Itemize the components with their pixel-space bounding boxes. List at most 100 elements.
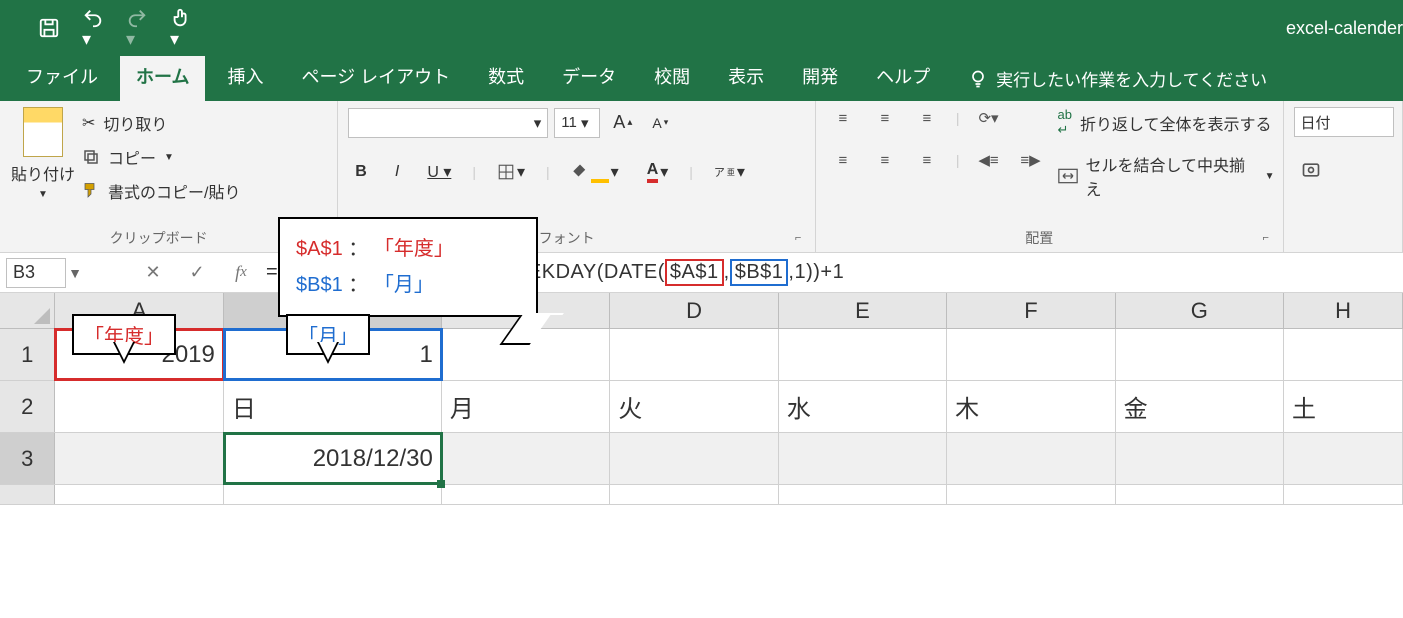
- title-bar: ▾ ▾ ▾ excel-calender: [0, 0, 1403, 56]
- cell-B2[interactable]: 日: [224, 381, 442, 432]
- accounting-format-button[interactable]: [1294, 155, 1328, 185]
- row-header-4[interactable]: [0, 485, 55, 504]
- cell-H2[interactable]: 土: [1284, 381, 1403, 432]
- col-header-H[interactable]: H: [1284, 293, 1403, 328]
- cell-H4[interactable]: [1284, 485, 1403, 504]
- cell-G1[interactable]: [1116, 329, 1284, 380]
- merge-center-button[interactable]: セルを結合して中央揃え ▼: [1058, 152, 1275, 200]
- tab-developer[interactable]: 開発: [786, 53, 854, 101]
- callout-year: 「年度」: [72, 314, 176, 355]
- font-size-combo[interactable]: 11 ▾: [554, 108, 600, 138]
- redo-icon[interactable]: ▾: [126, 7, 148, 50]
- cell-A3[interactable]: [55, 433, 223, 484]
- cell-E3[interactable]: [779, 433, 947, 484]
- tab-review[interactable]: 校閲: [638, 53, 706, 101]
- col-header-D[interactable]: D: [610, 293, 778, 328]
- formula-b1-ref-2: $B$1: [730, 259, 789, 286]
- name-box-dropdown[interactable]: ▼: [66, 265, 84, 281]
- decrease-font-button[interactable]: A▾: [645, 110, 675, 136]
- cancel-formula-button[interactable]: ✕: [138, 258, 168, 288]
- col-header-G[interactable]: G: [1116, 293, 1284, 328]
- alignment-dialog-launcher[interactable]: ⌐: [1263, 232, 1279, 248]
- cell-E1[interactable]: [779, 329, 947, 380]
- increase-indent-button[interactable]: ≡▶: [1018, 149, 1044, 171]
- cell-A2[interactable]: [55, 381, 223, 432]
- cell-G2[interactable]: 金: [1116, 381, 1284, 432]
- fill-color-button[interactable]: ▾: [564, 156, 626, 188]
- select-all-corner[interactable]: [0, 293, 55, 328]
- tab-data[interactable]: データ: [546, 53, 632, 101]
- cut-button[interactable]: ✂ 切り取り: [82, 111, 240, 135]
- decrease-indent-button[interactable]: ◀≡: [976, 149, 1002, 171]
- font-color-button[interactable]: A ▾: [640, 156, 676, 188]
- row-header-2[interactable]: 2: [0, 381, 55, 432]
- cell-F1[interactable]: [947, 329, 1115, 380]
- cell-D2[interactable]: 火: [610, 381, 778, 432]
- col-header-E[interactable]: E: [779, 293, 947, 328]
- wrap-text-button[interactable]: ab↵ 折り返して全体を表示する: [1058, 107, 1275, 138]
- cell-C4[interactable]: [442, 485, 610, 504]
- phonetic-button[interactable]: ア亜 ▾: [707, 157, 752, 187]
- border-button[interactable]: ▾: [490, 157, 532, 187]
- font-dialog-launcher[interactable]: ⌐: [795, 232, 811, 248]
- format-painter-button[interactable]: 書式のコピー/貼り: [82, 179, 240, 203]
- cell-C2[interactable]: 月: [442, 381, 610, 432]
- cell-C3[interactable]: [442, 433, 610, 484]
- wrap-label: 折り返して全体を表示する: [1080, 111, 1272, 135]
- tab-view[interactable]: 表示: [712, 53, 780, 101]
- undo-icon[interactable]: ▾: [82, 7, 104, 50]
- align-middle-button[interactable]: ≡: [872, 107, 898, 129]
- align-right-button[interactable]: ≡: [914, 149, 940, 171]
- format-painter-label: 書式のコピー/貼り: [108, 179, 240, 203]
- tab-formulas[interactable]: 数式: [472, 53, 540, 101]
- cell-D3[interactable]: [610, 433, 778, 484]
- tab-insert[interactable]: 挿入: [211, 53, 279, 101]
- enter-formula-button[interactable]: ✓: [182, 258, 212, 288]
- col-header-F[interactable]: F: [947, 293, 1115, 328]
- cell-D1[interactable]: [610, 329, 778, 380]
- font-name-combo[interactable]: ▾: [348, 108, 548, 138]
- cell-G4[interactable]: [1116, 485, 1284, 504]
- dropdown-icon: ▼: [164, 152, 174, 163]
- touch-mode-icon[interactable]: ▾: [170, 7, 192, 50]
- cell-F3[interactable]: [947, 433, 1115, 484]
- row-header-3[interactable]: 3: [0, 433, 55, 484]
- align-center-button[interactable]: ≡: [872, 149, 898, 171]
- cell-F4[interactable]: [947, 485, 1115, 504]
- row-4: [0, 485, 1403, 505]
- cell-E2[interactable]: 水: [779, 381, 947, 432]
- spreadsheet: A B C D E F G H 1 2019 1 2 日 月 火 水 木 金 土…: [0, 293, 1403, 505]
- cell-H3[interactable]: [1284, 433, 1403, 484]
- formula-a1-ref-2: $A$1: [665, 259, 724, 286]
- cell-B3[interactable]: 2018/12/30: [224, 433, 442, 484]
- tab-home[interactable]: ホーム: [120, 53, 205, 101]
- save-icon[interactable]: [38, 17, 60, 39]
- insert-function-button[interactable]: fx: [226, 258, 256, 288]
- number-format-combo[interactable]: 日付: [1294, 107, 1394, 137]
- align-left-button[interactable]: ≡: [830, 149, 856, 171]
- copy-button[interactable]: コピー ▼: [82, 145, 240, 169]
- cell-G3[interactable]: [1116, 433, 1284, 484]
- cell-A4[interactable]: [55, 485, 223, 504]
- increase-font-button[interactable]: A▴: [606, 107, 639, 138]
- tab-file[interactable]: ファイル: [10, 53, 114, 101]
- name-box[interactable]: B3: [6, 258, 66, 288]
- bold-button[interactable]: B: [348, 158, 374, 186]
- tell-me-search[interactable]: 実行したい作業を入力してください: [952, 56, 1283, 101]
- cell-H1[interactable]: [1284, 329, 1403, 380]
- align-top-button[interactable]: ≡: [830, 107, 856, 129]
- cell-D4[interactable]: [610, 485, 778, 504]
- tab-help[interactable]: ヘルプ: [860, 53, 946, 101]
- row-2: 2 日 月 火 水 木 金 土: [0, 381, 1403, 433]
- tab-page-layout[interactable]: ページ レイアウト: [285, 53, 466, 101]
- paste-button[interactable]: 貼り付け ▼: [8, 107, 78, 203]
- orientation-button[interactable]: ⟳▾: [976, 107, 1002, 129]
- cell-E4[interactable]: [779, 485, 947, 504]
- underline-button[interactable]: U ▾: [420, 157, 458, 187]
- align-bottom-button[interactable]: ≡: [914, 107, 940, 129]
- italic-button[interactable]: I: [388, 158, 406, 186]
- tell-me-label: 実行したい作業を入力してください: [996, 66, 1267, 91]
- row-header-1[interactable]: 1: [0, 329, 55, 380]
- cell-F2[interactable]: 木: [947, 381, 1115, 432]
- cell-B4[interactable]: [224, 485, 442, 504]
